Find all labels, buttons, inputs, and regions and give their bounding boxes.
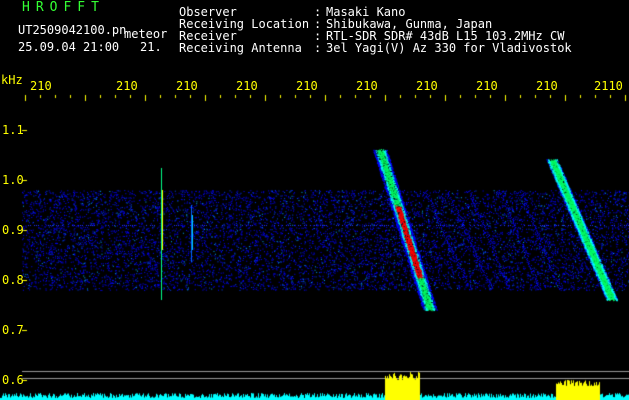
x-tick-label: 2110	[594, 79, 623, 93]
x-tick-label: 210	[236, 79, 258, 93]
program-name: HROFFT	[22, 0, 105, 15]
y-axis-unit: kHz	[1, 73, 23, 87]
tag-label: 21.	[140, 40, 162, 54]
antenna-value: 3el Yagi(V) Az 330 for Vladivostok	[326, 41, 572, 55]
x-tick-label: 210	[30, 79, 52, 93]
y-tick-label: 0.8	[2, 273, 24, 287]
y-tick-label: 1.1	[2, 123, 24, 137]
y-tick-label: 0.7	[2, 323, 24, 337]
datetime-label: 25.09.04 21:00	[18, 40, 120, 54]
spectrogram-canvas	[0, 0, 629, 400]
x-tick-label: 210	[116, 79, 138, 93]
filename-label: UT2509042100.pn	[18, 23, 127, 37]
spectrogram-window: HROFFT UT2509042100.pn meteor 25.09.04 2…	[0, 0, 629, 400]
antenna-label: Receiving Antenna	[179, 41, 302, 55]
field-colon: :	[314, 41, 322, 55]
x-tick-label: 210	[536, 79, 558, 93]
x-tick-label: 210	[296, 79, 318, 93]
event-label: meteor	[124, 27, 168, 41]
y-tick-label: 1.0	[2, 173, 24, 187]
y-tick-label: 0.9	[2, 223, 24, 237]
x-tick-label: 210	[416, 79, 438, 93]
x-tick-label: 210	[356, 79, 378, 93]
x-tick-label: 210	[176, 79, 198, 93]
x-tick-label: 210	[476, 79, 498, 93]
y-tick-label: 0.6	[2, 373, 24, 387]
